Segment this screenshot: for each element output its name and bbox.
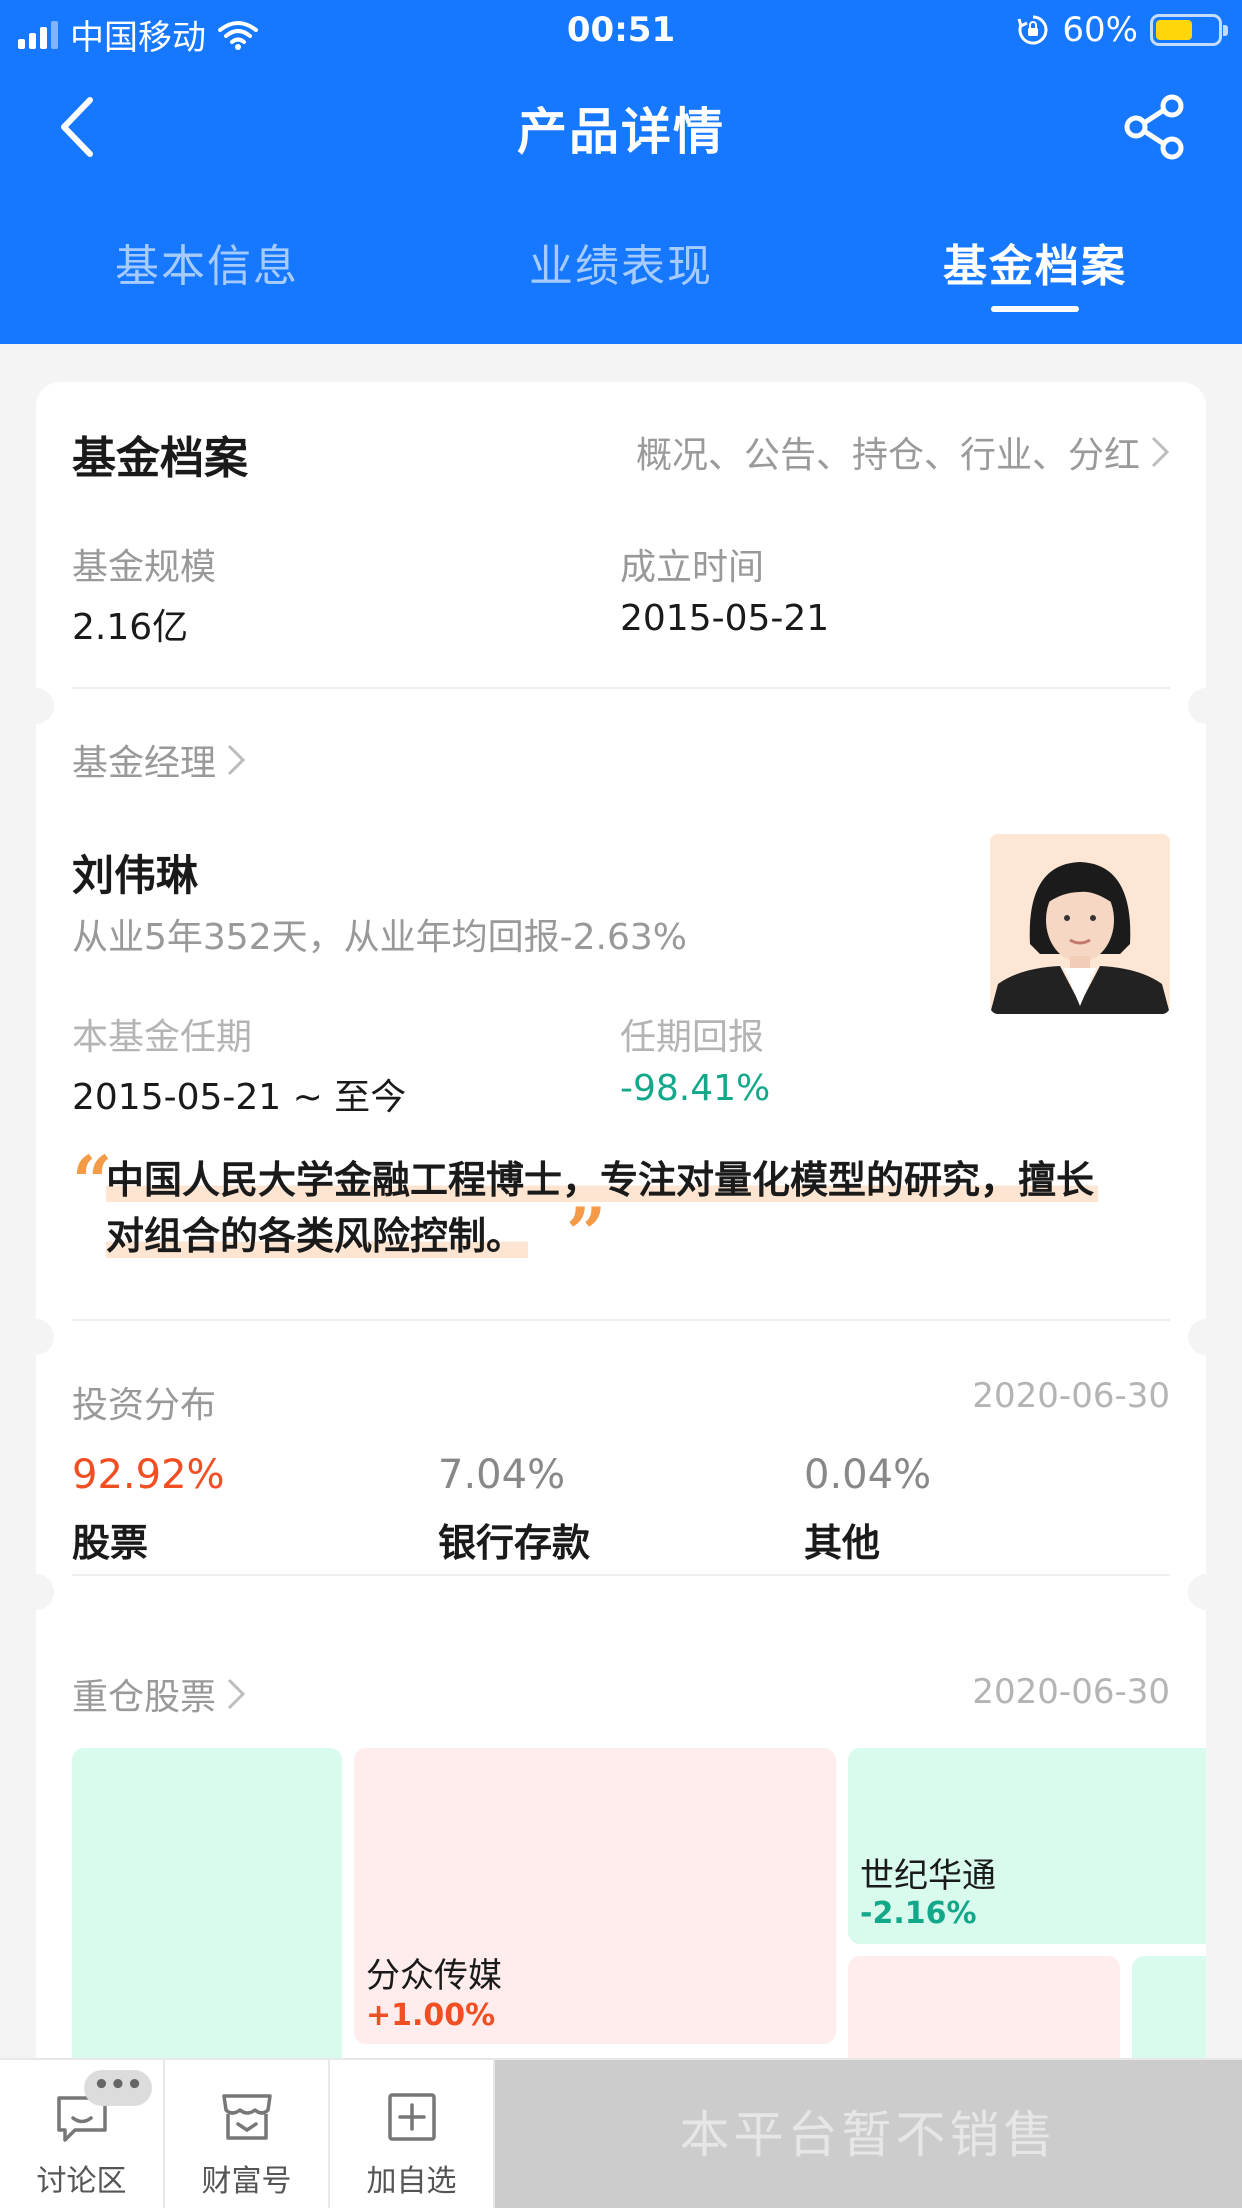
top-holdings-title: 重仓股票 <box>72 1677 217 1718</box>
fund-manager-header: 基金经理 <box>72 743 217 784</box>
chevron-right-icon <box>1151 436 1170 468</box>
tenure-return-label: 任期回报 <box>620 1017 765 1058</box>
bottom-bar: ••• 讨论区 财富号 加自选 本平台暂不销售 <box>0 2058 1242 2208</box>
profile-links-text: 概况、公告、持仓、行业、分红 <box>635 435 1140 476</box>
quote-text: 中国人民大学金融工程博士，专注对量化模型的研究，擅长 对组合的各类风险控制。 <box>106 1152 1166 1264</box>
fund-scale-value: 2.16亿 <box>72 607 189 648</box>
holding-change: +1.00% <box>366 1998 496 2033</box>
not-for-sale-button[interactable]: 本平台暂不销售 <box>495 2060 1242 2208</box>
discussion-label: 讨论区 <box>36 2164 127 2199</box>
holding-name: 世纪华通 <box>860 1856 996 1896</box>
status-bar: 中国移动 00:51 60% <box>0 0 1242 62</box>
top-holdings-link[interactable]: 重仓股票 <box>72 1668 246 1720</box>
holding-name: 分众传媒 <box>366 1956 502 1996</box>
holding-change: -2.16% <box>860 1896 977 1931</box>
holdings-treemap: 分众传媒 +1.00% 世纪华通 -2.16% <box>72 1748 1206 2082</box>
header: 中国移动 00:51 60% 产品详情 基本信息 业绩表现 基金档案 <box>0 0 1242 344</box>
wealth-account-label: 财富号 <box>201 2164 292 2199</box>
founded-value: 2015-05-21 <box>620 598 830 639</box>
section-title: 基金档案 <box>72 433 248 484</box>
manager-photo <box>990 834 1170 1014</box>
distribution-title: 投资分布 <box>72 1385 217 1426</box>
add-watchlist-label: 加自选 <box>366 2164 457 2199</box>
fund-profile-card: 基金档案 概况、公告、持仓、行业、分红 基金规模 2.16亿 成立时间 2015… <box>36 382 1206 2082</box>
distribution-date: 2020-06-30 <box>972 1376 1170 1416</box>
more-dots-badge: ••• <box>84 2070 152 2106</box>
manager-quote: “ 中国人民大学金融工程博士，专注对量化模型的研究，擅长 对组合的各类风险控制。… <box>72 1140 1172 1282</box>
founded-label: 成立时间 <box>620 547 765 588</box>
add-square-icon <box>387 2093 436 2141</box>
holdings-date: 2020-06-30 <box>972 1672 1170 1712</box>
quote-line-2: 对组合的各类风险控制。 <box>106 1214 529 1258</box>
distribution-label: 股票 <box>72 1521 149 1565</box>
divider <box>72 687 1170 689</box>
tab-fund-profile[interactable]: 基金档案 <box>828 230 1242 344</box>
manager-name: 刘伟琳 <box>72 851 199 900</box>
card-notch <box>36 1319 54 1355</box>
nav-bar: 产品详情 <box>0 62 1242 190</box>
treemap-tile-holding-2[interactable]: 世纪华通 -2.16% <box>848 1748 1206 1944</box>
tenure-value: 2015-05-21 ~ 至今 <box>72 1077 407 1118</box>
divider <box>72 1319 1170 1321</box>
manager-avatar[interactable] <box>990 834 1170 1014</box>
manager-experience: 从业5年352天，从业年均回报-2.63% <box>72 917 687 958</box>
treemap-tile[interactable] <box>72 1748 342 2082</box>
tab-performance[interactable]: 业绩表现 <box>414 230 828 344</box>
tab-bar: 基本信息 业绩表现 基金档案 <box>0 230 1242 344</box>
share-icon[interactable] <box>1124 94 1186 160</box>
tenure-label: 本基金任期 <box>72 1017 253 1058</box>
profile-links[interactable]: 概况、公告、持仓、行业、分红 <box>636 426 1170 478</box>
card-notch <box>36 1574 54 1610</box>
divider <box>72 1574 1170 1576</box>
tab-basic-info[interactable]: 基本信息 <box>0 230 414 344</box>
quote-close-mark: ” <box>566 1192 607 1275</box>
distribution-label: 其他 <box>804 1521 881 1565</box>
card-notch <box>1188 1574 1206 1610</box>
wealth-account-button[interactable]: 财富号 <box>165 2060 330 2208</box>
distribution-item-deposit: 7.04% 银行存款 <box>438 1452 798 1567</box>
distribution-item-stock: 92.92% 股票 <box>72 1452 432 1567</box>
card-notch <box>36 688 54 724</box>
card-notch <box>1188 1319 1206 1355</box>
chevron-right-icon <box>227 1678 246 1710</box>
distribution-label: 银行存款 <box>438 1521 591 1565</box>
tenure-return-value: -98.41% <box>620 1068 771 1109</box>
distribution-item-other: 0.04% 其他 <box>804 1452 1164 1567</box>
battery-icon <box>1150 14 1228 46</box>
fund-manager-link[interactable]: 基金经理 <box>72 734 246 786</box>
chevron-right-icon <box>227 744 246 776</box>
card-notch <box>1188 688 1206 724</box>
battery-percent: 60% <box>1062 10 1138 50</box>
storefront-icon <box>221 2094 272 2140</box>
fund-scale-label: 基金规模 <box>72 547 217 588</box>
distribution-pct: 92.92% <box>72 1452 225 1498</box>
distribution-pct: 7.04% <box>438 1452 566 1498</box>
orientation-lock-icon <box>1017 15 1048 45</box>
page-title: 产品详情 <box>517 103 725 161</box>
discussion-button[interactable]: ••• 讨论区 <box>0 2060 165 2208</box>
treemap-tile-holding-1[interactable]: 分众传媒 +1.00% <box>354 1748 836 2044</box>
add-watchlist-button[interactable]: 加自选 <box>330 2060 495 2208</box>
distribution-pct: 0.04% <box>804 1452 932 1498</box>
